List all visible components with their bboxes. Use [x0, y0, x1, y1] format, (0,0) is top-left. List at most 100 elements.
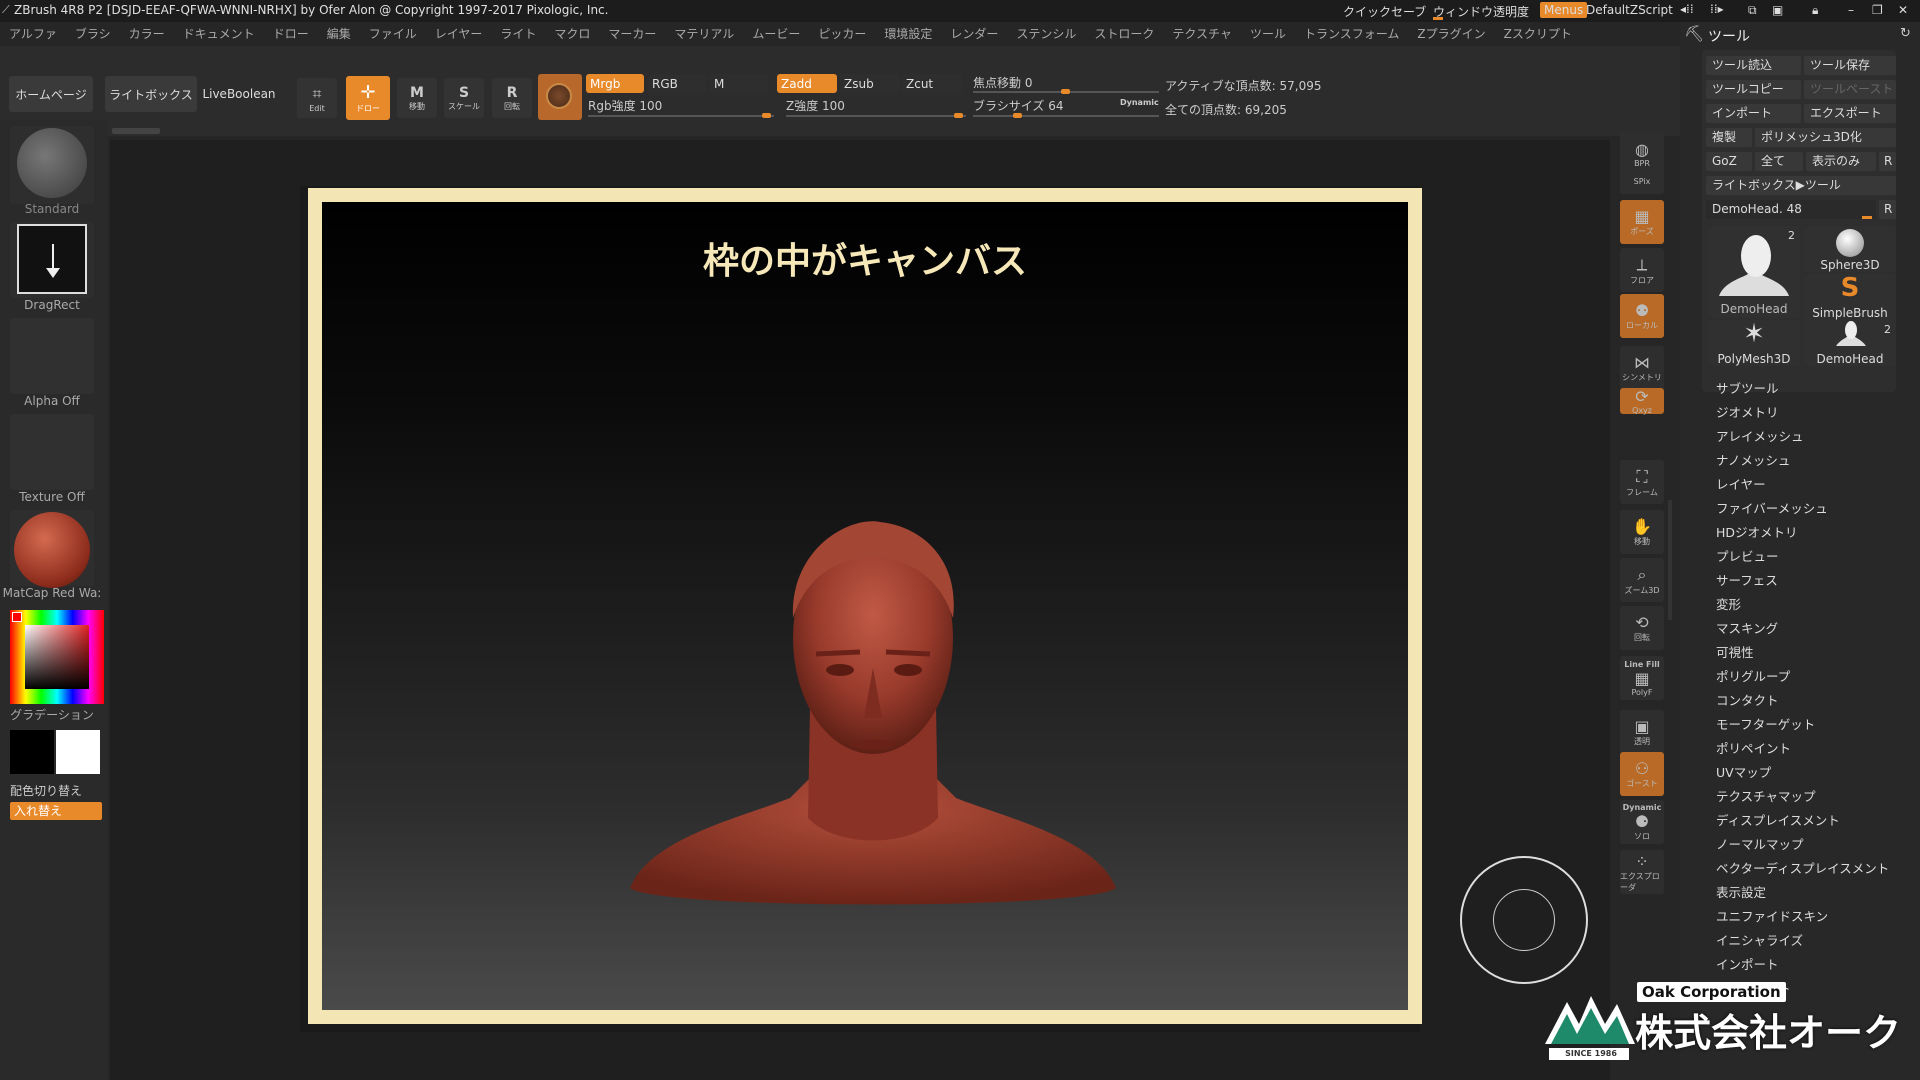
- dynamic-toggle[interactable]: Dynamic: [1120, 98, 1159, 107]
- view-control-button[interactable]: SPix: [1620, 168, 1664, 194]
- brush-preview-button[interactable]: [538, 74, 582, 120]
- window-transparency-slider[interactable]: ウィンドウ透明度: [1433, 3, 1529, 20]
- tool-thumb-demohead-2[interactable]: 2 DemoHead: [1804, 320, 1896, 366]
- brush-size-slider[interactable]: [973, 113, 1159, 118]
- switch-color-label[interactable]: 配色切り替え: [10, 782, 82, 799]
- subpalette-item[interactable]: サブツール: [1716, 378, 1779, 397]
- view-control-button[interactable]: ▦ ポーズ: [1620, 200, 1664, 244]
- move-button[interactable]: M 移動: [397, 78, 437, 118]
- zadd-toggle[interactable]: Zadd: [777, 74, 837, 93]
- lightbox-tools-button[interactable]: ライトボックス▶ツール: [1706, 176, 1896, 195]
- menu-item[interactable]: アルファ: [0, 22, 66, 46]
- goz-all-button[interactable]: 全て: [1755, 152, 1803, 171]
- subpalette-item[interactable]: イニシャライズ: [1716, 930, 1803, 949]
- clone-button[interactable]: 複製: [1706, 128, 1752, 147]
- z-intensity-slider[interactable]: [786, 113, 966, 118]
- zcut-toggle[interactable]: Zcut: [902, 74, 962, 93]
- subpalette-item[interactable]: HDジオメトリ: [1716, 522, 1798, 541]
- make-polymesh3d-button[interactable]: ポリメッシュ3D化: [1755, 128, 1896, 147]
- menu-item[interactable]: テクスチャ: [1163, 22, 1241, 46]
- menu-item[interactable]: マーカー: [599, 22, 665, 46]
- view-control-button[interactable]: Dynamic ⚈ ソロ: [1620, 800, 1664, 844]
- subpalette-item[interactable]: ポリペイント: [1716, 738, 1791, 757]
- subpalette-item[interactable]: 可視性: [1716, 642, 1754, 661]
- menu-item[interactable]: 編集: [318, 22, 360, 46]
- menu-item[interactable]: レンダー: [941, 22, 1007, 46]
- edit-button[interactable]: ⌗ Edit: [297, 78, 337, 118]
- color-square[interactable]: [25, 625, 89, 689]
- save-tool-button[interactable]: ツール保存: [1804, 56, 1896, 75]
- subpalette-item[interactable]: 変形: [1716, 594, 1741, 613]
- menu-item[interactable]: 環境設定: [875, 22, 941, 46]
- secondary-color-swatch[interactable]: [10, 730, 54, 774]
- alpha-selector[interactable]: [10, 318, 94, 394]
- tool-thumb-simplebrush[interactable]: S SimpleBrush: [1804, 274, 1896, 320]
- layout2-icon[interactable]: ▣: [1772, 3, 1783, 17]
- subpalette-item[interactable]: コンタクト: [1716, 690, 1779, 709]
- texture-selector[interactable]: [10, 414, 94, 490]
- forward-icon[interactable]: ⁞⁞▸: [1710, 2, 1724, 16]
- subpalette-item[interactable]: ファイバーメッシュ: [1716, 498, 1828, 517]
- subpalette-item[interactable]: インポート: [1716, 954, 1779, 973]
- demohead-model[interactable]: [620, 518, 1126, 916]
- stroke-selector[interactable]: [10, 222, 94, 298]
- subpalette-item[interactable]: ディスプレイスメント: [1716, 810, 1840, 829]
- goz-r-button[interactable]: R: [1879, 152, 1896, 171]
- subpalette-item[interactable]: プレビュー: [1716, 546, 1779, 565]
- liveboolean-button[interactable]: LiveBoolean: [199, 76, 279, 112]
- subpalette-item[interactable]: ナノメッシュ: [1716, 450, 1790, 469]
- rewind-icon[interactable]: ◂⁞⁞: [1680, 2, 1694, 16]
- zsub-toggle[interactable]: Zsub: [840, 74, 900, 93]
- menu-item[interactable]: ステンシル: [1007, 22, 1085, 46]
- swap-button[interactable]: 入れ替え: [10, 802, 102, 820]
- view-control-button[interactable]: ✋ 移動: [1620, 510, 1664, 554]
- subpalette-item[interactable]: マスキング: [1716, 618, 1778, 637]
- restore-icon[interactable]: ❐: [1872, 3, 1883, 17]
- view-control-button[interactable]: ⟳ Qxyz: [1620, 387, 1664, 415]
- subpalette-item[interactable]: UVマップ: [1716, 762, 1771, 781]
- palette-refresh-icon[interactable]: ↻: [1900, 26, 1911, 41]
- view-control-button[interactable]: ⁘ エクスプローダ: [1620, 850, 1664, 894]
- navigation-gizmo[interactable]: [1460, 856, 1588, 984]
- copy-tool-button[interactable]: ツールコピー: [1706, 80, 1801, 99]
- subpalette-item[interactable]: ジオメトリ: [1716, 402, 1779, 421]
- view-control-button[interactable]: ⚇ ゴースト: [1620, 752, 1664, 796]
- homepage-button[interactable]: ホームページ: [9, 76, 93, 112]
- view-control-button[interactable]: ⟂ フロア: [1620, 248, 1664, 292]
- menu-item[interactable]: レイヤー: [426, 22, 492, 46]
- tool-thumb-polymesh3d[interactable]: ✶ PolyMesh3D: [1708, 320, 1800, 366]
- gradient-label[interactable]: グラデーション: [0, 706, 104, 723]
- subpalette-item[interactable]: テクスチャマップ: [1716, 786, 1816, 805]
- subpalette-item[interactable]: 表示設定: [1716, 882, 1766, 901]
- view-control-button[interactable]: ⌕ ズーム3D: [1620, 558, 1664, 602]
- menu-item[interactable]: ストローク: [1085, 22, 1163, 46]
- menu-item[interactable]: ドロー: [264, 22, 318, 46]
- focal-shift-slider[interactable]: [973, 89, 1159, 94]
- view-control-button[interactable]: ⟲ 回転: [1620, 606, 1664, 650]
- primary-color-swatch[interactable]: [56, 730, 100, 774]
- menu-item[interactable]: ブラシ: [66, 22, 120, 46]
- subpalette-item[interactable]: モーフターゲット: [1716, 714, 1815, 733]
- subpalette-item[interactable]: ポリグループ: [1716, 666, 1790, 685]
- scale-button[interactable]: S スケール: [444, 78, 484, 118]
- color-picker[interactable]: [10, 610, 104, 704]
- menu-item[interactable]: Zスクリプト: [1495, 22, 1581, 46]
- import-button[interactable]: インポート: [1706, 104, 1801, 123]
- current-tool-slider[interactable]: DemoHead. 48: [1706, 200, 1876, 219]
- transparency-knob[interactable]: [1433, 17, 1443, 20]
- palette-splitter[interactable]: [1668, 500, 1672, 620]
- subpalette-item[interactable]: アレイメッシュ: [1716, 426, 1804, 445]
- subpalette-item[interactable]: サーフェス: [1716, 570, 1778, 589]
- draw-button[interactable]: ✛ ドロー: [346, 76, 390, 120]
- lightbox-button[interactable]: ライトボックス: [105, 76, 197, 112]
- view-control-button[interactable]: ▣ 透明: [1620, 710, 1664, 754]
- mrgb-toggle[interactable]: Mrgb: [586, 74, 644, 93]
- minimize-icon[interactable]: –: [1848, 3, 1854, 17]
- quicksave-button[interactable]: クイックセーブ: [1343, 3, 1426, 20]
- subpalette-item[interactable]: ユニファイドスキン: [1716, 906, 1828, 925]
- menus-toggle[interactable]: Menus: [1540, 2, 1588, 18]
- lock-icon[interactable]: 🔒︎: [1812, 3, 1818, 18]
- default-zscript-button[interactable]: DefaultZScript: [1586, 3, 1673, 17]
- view-control-button[interactable]: ⋈ シンメトリ: [1620, 346, 1664, 390]
- current-tool-r-button[interactable]: R: [1879, 200, 1896, 219]
